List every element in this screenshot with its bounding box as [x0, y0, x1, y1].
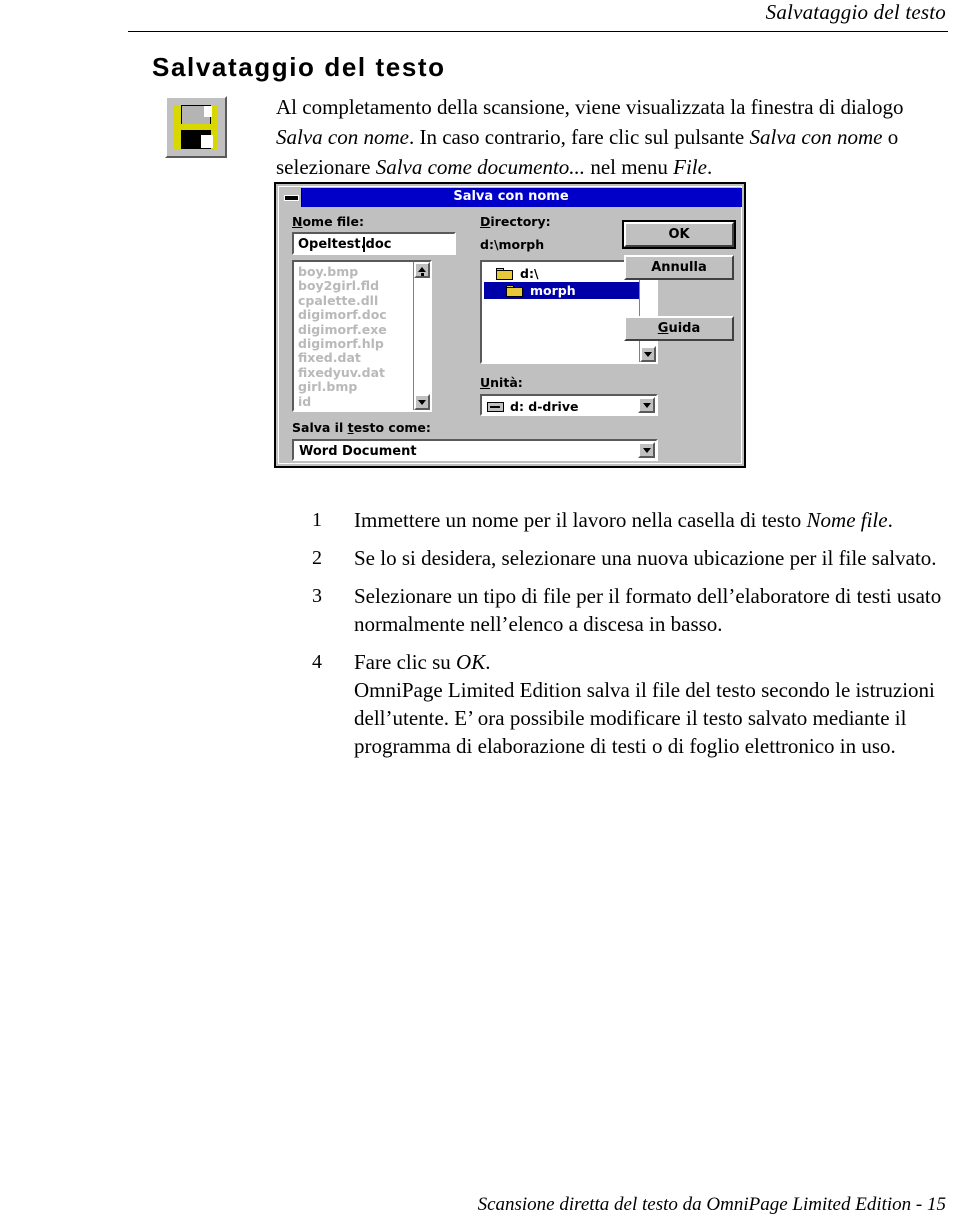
cancel-button[interactable]: Annulla [624, 255, 734, 280]
step-text-pre: Se lo si desidera, selezionare una nuova… [354, 546, 937, 570]
intro-text-1: Al completamento della scansione, viene … [276, 95, 904, 119]
directory-item-label: d:\ [520, 266, 539, 281]
save-as-type-label: Salva il testo come: [292, 420, 431, 435]
filename-value: Opeltest.doc [298, 237, 392, 252]
ok-button[interactable]: OK [622, 220, 736, 249]
step-text-post: . [485, 650, 491, 674]
list-item[interactable]: digimorf.exe [298, 322, 406, 337]
page-header: Salvataggio del testo [0, 0, 960, 34]
step-text-post: . [887, 508, 893, 532]
folder-body [506, 287, 523, 297]
floppy-disk-icon [165, 96, 227, 158]
directory-item-morph[interactable]: morph [484, 282, 654, 299]
step-emphasis: Nome file [806, 508, 888, 532]
format-value: Word Document [299, 444, 417, 459]
drive-label: Unità: [480, 375, 523, 390]
floppy-mid-bar [174, 124, 218, 130]
step-text: Immettere un nome per il lavoro nella ca… [354, 506, 952, 534]
filename-input[interactable]: Opeltest.doc [292, 232, 456, 255]
step-number: 3 [312, 585, 322, 607]
help-button[interactable]: Guida [624, 316, 734, 341]
intro-text-2: . In caso contrario, fare clic sul pulsa… [408, 125, 750, 149]
header-divider [128, 31, 948, 32]
file-list-items: boy.bmp boy2girl.fld cpalette.dll digimo… [298, 264, 406, 409]
directory-item-label: morph [530, 283, 576, 298]
arrow-stem [420, 273, 424, 276]
step-text: Se lo si desidera, selezionare una nuova… [354, 544, 952, 572]
list-item[interactable]: fixedyuv.dat [298, 365, 406, 380]
drive-value: d: d-drive [510, 399, 579, 414]
file-list-scrollbar[interactable] [413, 262, 430, 410]
scroll-up-icon[interactable] [414, 262, 430, 278]
list-item[interactable]: boy.bmp [298, 264, 406, 279]
text-caret [363, 237, 365, 252]
list-item[interactable]: boy2girl.fld [298, 278, 406, 293]
step-emphasis: OK [456, 650, 486, 674]
step-text-pre: Immettere un nome per il lavoro nella ca… [354, 508, 807, 532]
format-combobox[interactable]: Word Document [292, 439, 658, 461]
directory-label: Directory: [480, 214, 551, 229]
intro-text-5: . [706, 155, 713, 179]
step-text-pre: Fare clic su [354, 650, 457, 674]
folder-open-icon [506, 285, 523, 297]
list-item[interactable]: digimorf.hlp [298, 336, 406, 351]
system-menu-icon[interactable] [280, 188, 302, 207]
scroll-down-icon[interactable] [414, 394, 430, 410]
step-text-pre: Selezionare un tipo di file per il forma… [354, 584, 942, 636]
save-as-dialog: Salva con nome Nome file: Opeltest.doc b… [274, 182, 746, 468]
list-item: 4 Fare clic su OK. OmniPage Limited Edit… [312, 648, 952, 760]
drive-combobox[interactable]: d: d-drive [480, 394, 658, 416]
floppy-shutter [204, 106, 212, 117]
step-text: Selezionare un tipo di file per il forma… [354, 582, 952, 638]
list-item: 2 Se lo si desidera, selezionare una nuo… [312, 544, 952, 572]
floppy-write-tab [201, 135, 213, 148]
list-item[interactable]: digimorf.doc [298, 307, 406, 322]
list-item: 1 Immettere un nome per il lavoro nella … [312, 506, 952, 534]
triangle-up [418, 267, 426, 272]
drive-icon [487, 402, 504, 412]
arrow-stem [645, 403, 648, 406]
step-number: 1 [312, 509, 322, 531]
filename-label: Nome file: [292, 214, 364, 229]
chevron-down-icon[interactable] [638, 397, 655, 413]
step-text: Fare clic su OK. [354, 648, 952, 676]
step-number: 2 [312, 547, 322, 569]
system-menu-bar [284, 195, 299, 201]
running-header-title: Salvataggio del testo [765, 0, 946, 24]
folder-open-icon [496, 268, 513, 280]
scroll-down-icon[interactable] [640, 346, 656, 362]
intro-emphasis-2: Salva con nome [749, 125, 883, 149]
step-number: 4 [312, 651, 322, 673]
list-item[interactable]: fixed.dat [298, 351, 406, 366]
page-footer: Scansione diretta del testo da OmniPage … [477, 1194, 946, 1215]
procedure-list: 1 Immettere un nome per il lavoro nella … [312, 506, 952, 770]
intro-text-4: nel menu [585, 155, 674, 179]
dialog-titlebar: Salva con nome [280, 188, 742, 207]
step-continuation: OmniPage Limited Edition salva il file d… [354, 678, 935, 758]
intro-emphasis-1: Salva con nome [276, 125, 409, 149]
list-item[interactable]: girl.bmp [298, 379, 406, 394]
file-listbox[interactable]: boy.bmp boy2girl.fld cpalette.dll digimo… [292, 260, 432, 412]
dialog-title: Salva con nome [453, 189, 569, 204]
page-title: Salvataggio del testo [152, 52, 446, 82]
list-item[interactable]: cpalette.dll [298, 293, 406, 308]
list-item[interactable]: id [298, 394, 406, 409]
list-item: 3 Selezionare un tipo di file per il for… [312, 582, 952, 638]
arrow-stem [646, 352, 650, 355]
directory-path: d:\morph [480, 237, 545, 252]
intro-paragraph: Al completamento della scansione, viene … [276, 92, 948, 182]
intro-emphasis-4: File [673, 155, 707, 179]
folder-body [496, 270, 513, 280]
arrow-stem [420, 400, 424, 403]
intro-emphasis-3: Salva come documento... [375, 155, 586, 179]
chevron-down-icon[interactable] [638, 442, 655, 458]
arrow-stem [645, 448, 648, 451]
